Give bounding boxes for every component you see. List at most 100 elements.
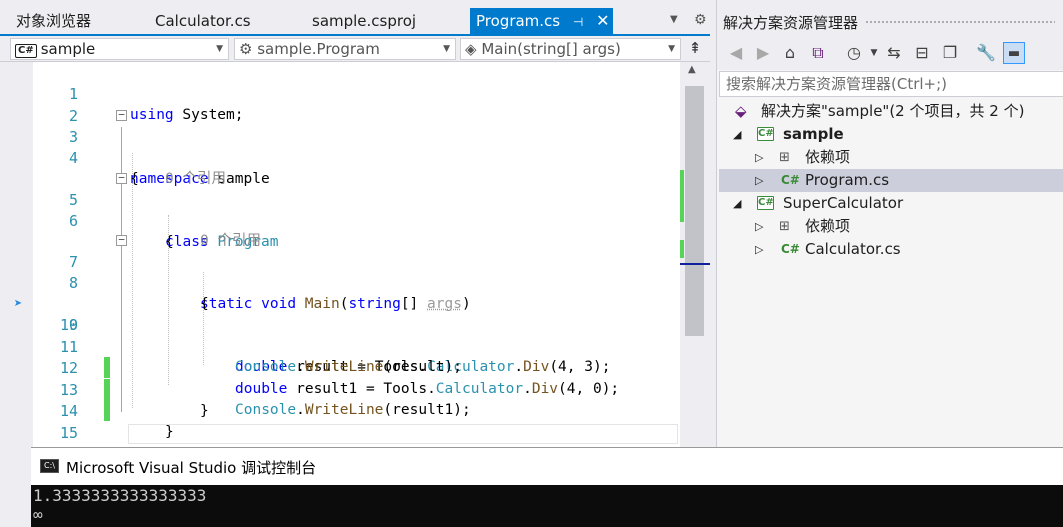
tab-list-dropdown-icon[interactable]: ▼ [670,14,678,25]
project-dropdown-value: sample [40,40,96,58]
code-line: 2 [0,85,680,125]
collapsed-triangle-icon[interactable]: ▷ [755,146,763,169]
tab-object-browser[interactable]: 对象浏览器 [10,8,91,34]
console-title: Microsoft Visual Studio 调试控制台 [66,459,317,477]
console-app-icon: C:\ [40,459,59,473]
tree-item-solution[interactable]: ⬙ 解决方案"sample"(2 个项目，共 2 个) [719,100,1063,123]
code-line: 14 } [0,380,680,440]
panel-title: 解决方案资源管理器 [723,14,859,32]
code-line: 16 [0,424,680,447]
csharp-project-icon: C# [757,196,774,210]
code-line: 10 Console.WriteLine(result); [0,294,680,378]
code-line: 3 − namespace sample [0,106,680,187]
preview-selected-icon[interactable]: ▬ [1003,42,1025,64]
chevron-down-icon: ▼ [668,44,675,54]
title-grip [865,20,1055,25]
code-editor[interactable]: 1 using System; 2 3 − namespace sample 4… [0,62,680,447]
collapse-namespace-icon[interactable]: − [116,109,127,121]
tab-program-cs[interactable]: Program.cs ⊣ ✕ [470,8,613,34]
debug-console-window[interactable]: C:\ Microsoft Visual Studio 调试控制台 1.3333… [31,447,1063,527]
member-dropdown-value: Main(string[] args) [481,40,621,58]
solution-search-input[interactable]: 搜索解决方案资源管理器(Ctrl+;) [719,71,1063,97]
collapsed-triangle-icon[interactable]: ▷ [755,215,763,238]
switch-views-icon[interactable]: ⧉ [807,42,829,64]
console-output-line: 1.3333333333333333 [33,486,207,505]
console-output-line: ∞ [33,505,43,524]
tab-sample-csproj[interactable]: sample.csproj [306,8,416,34]
show-all-files-icon[interactable]: ❐ [939,42,961,64]
code-lens-line: 0 个引用 [0,148,680,187]
tree-item-dependencies[interactable]: ▷ ⊞ 依赖项 [719,146,1063,169]
pending-changes-filter-icon[interactable]: ◷ [843,42,865,64]
tree-item-project-supercalculator[interactable]: ◢ C# SuperCalculator [719,192,1063,215]
back-icon[interactable]: ◀ [725,42,747,64]
method-icon: ◈ [465,40,477,58]
solution-icon: ⬙ [735,102,747,120]
home-icon[interactable]: ⌂ [779,42,801,64]
tree-item-dependencies[interactable]: ▷ ⊞ 依赖项 [719,215,1063,238]
code-lens-line: 0 个引用 [0,210,680,249]
code-line: 5 − class Program [0,169,680,250]
chevron-down-icon: ▼ [443,44,450,54]
pin-tab-icon[interactable]: ⊣ [573,15,583,29]
tree-item-calculator-cs[interactable]: ▷ C# Calculator.cs [719,238,1063,261]
tab-label: 对象浏览器 [16,12,92,30]
change-overview-mark [680,170,684,222]
collapse-method-icon[interactable]: − [116,234,127,246]
tab-label: Program.cs [476,12,561,30]
expanded-triangle-icon[interactable]: ◢ [733,123,741,146]
editor-vertical-scrollbar[interactable]: ▲ [680,62,710,447]
forward-icon[interactable]: ▶ [752,42,774,64]
code-line: ➤ 9 double result = Tools.Calculator.Div… [0,273,680,378]
csharp-project-icon: C# [757,127,774,141]
code-line: 13 } [0,359,680,419]
navigation-bar: C# sample ▼ ⚙ sample.Program ▼ ◈ Main(str… [0,36,710,62]
code-line: 7 − static void Main(string[] args) [0,231,680,312]
type-dropdown[interactable]: ⚙ sample.Program ▼ [234,38,456,60]
split-window-icon[interactable]: ⇞ [684,39,706,59]
code-line: 1 using System; [0,63,680,123]
expanded-triangle-icon[interactable]: ◢ [733,192,741,215]
tree-item-label: 依赖项 [805,217,851,235]
dependencies-icon: ⊞ [779,219,790,234]
tree-item-label: 依赖项 [805,148,851,166]
tree-item-program-cs[interactable]: ▷ C# Program.cs [719,169,1063,192]
properties-wrench-icon[interactable]: 🔧 [975,42,997,64]
csharp-project-icon: C# [15,44,37,58]
scroll-up-icon[interactable]: ▲ [688,64,696,75]
close-tab-icon[interactable]: ✕ [596,11,609,30]
csharp-file-icon: C# [781,242,800,256]
collapsed-triangle-icon[interactable]: ▷ [755,238,763,261]
gear-icon[interactable]: ⚙ [694,12,707,28]
scrollbar-thumb[interactable] [685,86,704,336]
code-line: 4 { [0,127,680,187]
code-line: 11 double result1 = Tools.Calculator.Div… [0,316,680,400]
tab-calculator-cs[interactable]: Calculator.cs [149,8,251,34]
document-tab-bar: 对象浏览器 Calculator.cs sample.csproj Progra… [0,0,710,34]
code-line: 12 Console.WriteLine(result1); [0,337,680,421]
solution-explorer-toolbar: ◀ ▶ ⌂ ⧉ ◷ ▼ ⇆ ⊟ ❐ 🔧 ▬ [717,36,1063,70]
code-line: 8 { [0,252,680,312]
code-line: 6 { [0,190,680,250]
chevron-down-icon: ▼ [216,44,223,54]
tree-item-label: 解决方案"sample"(2 个项目，共 2 个) [761,102,1025,120]
tree-item-label: Calculator.cs [805,240,901,258]
current-line-highlight [128,424,678,444]
csharp-file-icon: C# [781,173,800,187]
project-dropdown[interactable]: C# sample ▼ [10,38,229,60]
collapse-all-icon[interactable]: ⊟ [911,42,933,64]
chevron-down-icon[interactable]: ▼ [863,42,885,64]
tree-item-label: SuperCalculator [783,194,904,212]
caret-overview-mark [680,263,710,265]
collapsed-triangle-icon[interactable]: ▷ [755,169,763,192]
tree-item-project-sample[interactable]: ◢ C# sample [719,123,1063,146]
dependencies-icon: ⊞ [779,150,790,165]
solution-explorer-panel: 解决方案资源管理器 ◀ ▶ ⌂ ⧉ ◷ ▼ ⇆ ⊟ ❐ 🔧 ▬ 搜索解决方案资源… [716,0,1063,447]
member-dropdown[interactable]: ◈ Main(string[] args) ▼ [460,38,681,60]
type-dropdown-value: sample.Program [257,40,380,58]
collapse-class-icon[interactable]: − [116,172,127,184]
code-line: 15 } [0,402,680,442]
solution-explorer-titlebar[interactable]: 解决方案资源管理器 [717,0,1063,36]
console-titlebar[interactable]: C:\ Microsoft Visual Studio 调试控制台 [31,447,1063,485]
sync-icon[interactable]: ⇆ [883,42,905,64]
